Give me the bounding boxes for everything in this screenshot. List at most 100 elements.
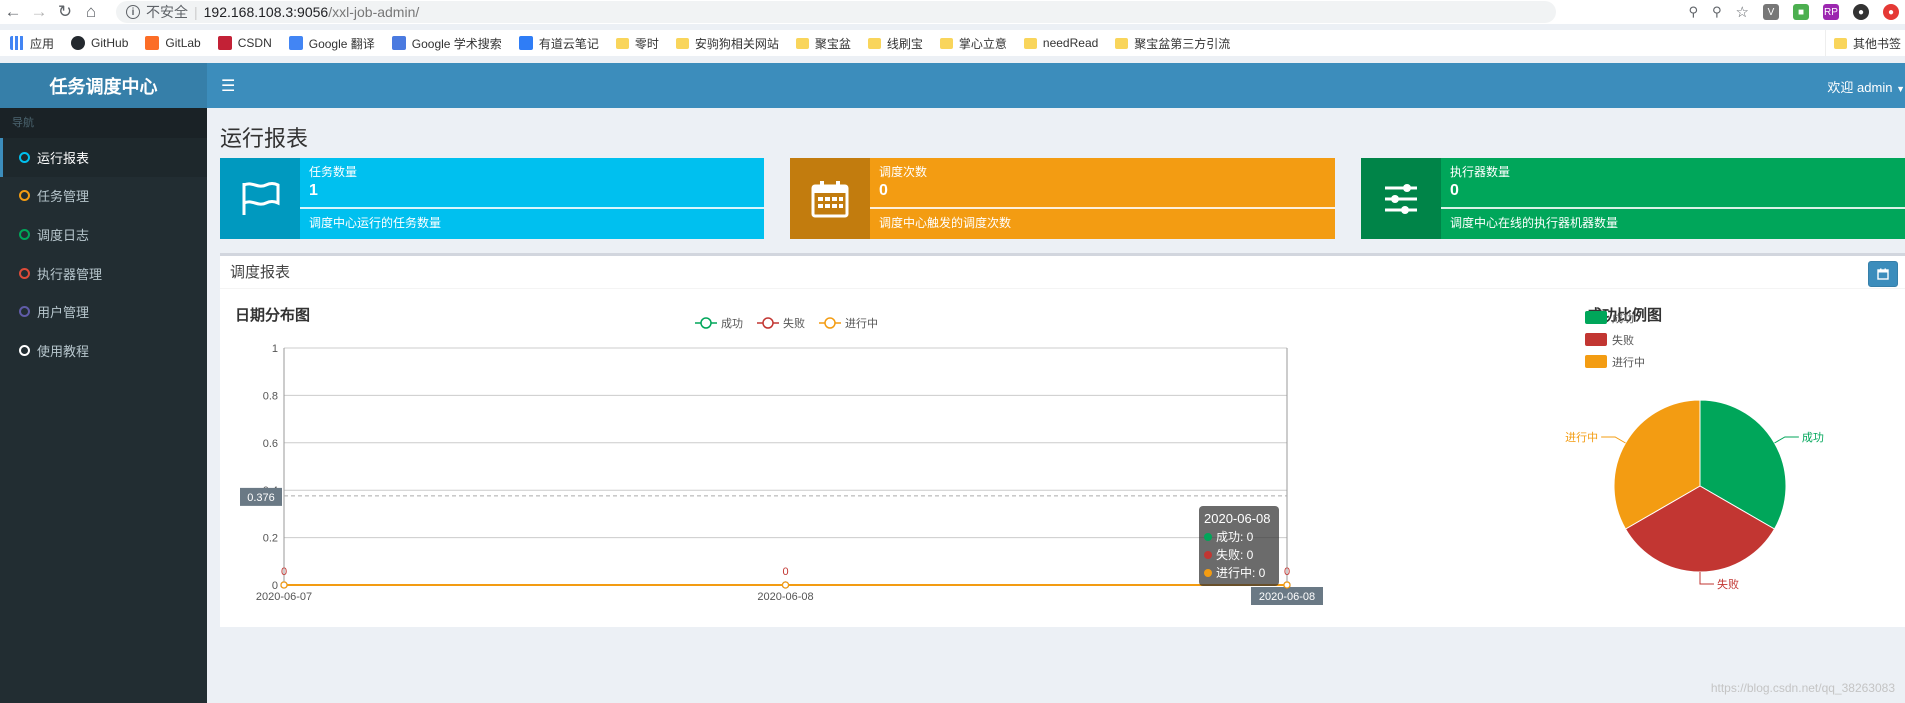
bookmark-label: 掌心立意 [958,36,1007,51]
bookmark-label: CSDN [237,36,272,50]
folder-icon [615,37,629,49]
avatar-icon[interactable]: ● [1853,4,1869,20]
github-icon [71,36,86,50]
watermark: https://blog.csdn.net/qq_38263083 [1710,681,1895,695]
circle-icon [19,344,30,356]
circle-icon [19,306,30,318]
extension-rp-icon[interactable]: RP [1823,4,1839,20]
progress-bar [870,207,1335,209]
sidebar-item[interactable]: 执行器管理 [0,254,207,293]
legend-label: 进行中 [845,317,878,330]
legend-marker [762,317,774,329]
home-icon[interactable]: ⌂ [78,0,104,24]
calendar-icon [1877,268,1889,280]
circle-icon [19,228,30,240]
bookmark-folder[interactable]: 线刷宝 [867,35,923,52]
legend-marker [824,317,836,329]
sidebar-item-label: 调度日志 [37,227,90,243]
info-box-description: 调度中心触发的调度次数 [879,216,1012,230]
star-icon[interactable]: ☆ [1736,3,1749,21]
folder-icon [867,37,881,49]
google-scholar-icon [391,36,406,50]
sidebar-item-label: 用户管理 [37,305,90,321]
url-separator: | [194,4,198,20]
bookmark-google-translate[interactable]: Google 翻译 [288,35,375,52]
line-chart[interactable]: 00.20.40.60.812020-06-072020-06-080.3762… [220,304,1323,605]
crosshair-y-label: 0.376 [247,492,275,504]
sidebar: 导航 运行报表 任务管理 调度日志 执行器管理 用户管理 使用教程 [0,108,207,703]
date-range-button[interactable] [1868,261,1898,287]
report-box: 调度报表 日期分布图 成功比例图 00.20.40.60.812020-06-0… [220,253,1905,627]
pie-chart[interactable]: 成功失败进行中成功失败进行中 [1350,296,1880,596]
forward-icon[interactable]: → [26,0,52,24]
info-box-triggers: 调度次数 0 调度中心触发的调度次数 [790,158,1335,239]
legend-label: 成功 [721,317,743,330]
browser-actions: ⚲ ⚲ ☆ V ■ RP ● ● [1688,0,1905,24]
bookmark-folder[interactable]: 聚宝盆第三方引流 [1115,35,1230,52]
key-icon[interactable]: ⚲ [1688,4,1698,20]
sidebar-item[interactable]: 运行报表 [0,138,207,177]
bookmark-folder[interactable]: 安驹狗相关网站 [675,35,779,52]
url-bar[interactable]: i 不安全 | 192.168.108.3:9056 /xxl-job-admi… [116,1,1556,23]
legend-label: 进行中 [1612,356,1645,369]
info-icon[interactable]: i [126,5,140,19]
folder-icon [795,37,809,49]
zoom-icon[interactable]: ⚲ [1712,4,1722,20]
sidebar-item[interactable]: 任务管理 [0,177,207,216]
pie-label: 成功 [1802,431,1824,444]
bookmark-gitlab[interactable]: GitLab [145,36,201,50]
sidebar-item[interactable]: 用户管理 [0,292,207,331]
tooltip-marker [1204,569,1212,577]
bookmark-label: 聚宝盆 [814,36,851,51]
y-tick-label: 1 [272,343,278,355]
extension-v-icon[interactable]: V [1763,4,1779,20]
x-tick-label: 2020-06-08 [757,591,813,603]
info-box-jobs: 任务数量 1 调度中心运行的任务数量 [220,158,764,239]
bookmark-other[interactable]: 其他书签 [1824,30,1905,56]
progress-bar [1441,207,1905,209]
bookmark-folder[interactable]: needRead [1023,36,1098,50]
data-label: 0 [1284,566,1290,578]
circle-icon [19,267,30,279]
bookmark-folder[interactable]: 零时 [615,35,659,52]
sidebar-toggle-icon[interactable]: ☰ [221,76,235,96]
bookmark-label: 有道云笔记 [538,36,599,51]
flag-icon [220,158,300,239]
bookmark-github[interactable]: GitHub [71,36,128,50]
y-tick-label: 0.6 [263,438,278,450]
app-logo[interactable]: 任务调度中心 [0,63,207,108]
bookmark-csdn[interactable]: CSDN [217,36,272,50]
tooltip-marker [1204,533,1212,541]
y-tick-label: 0.8 [263,390,278,402]
extension-red-icon[interactable]: ● [1883,4,1899,20]
back-icon[interactable]: ← [0,0,26,24]
bookmark-label: 零时 [634,36,659,51]
bookmark-youdao[interactable]: 有道云笔记 [518,35,599,52]
legend-marker [700,317,712,329]
folder-icon [1115,37,1129,49]
user-menu[interactable]: 欢迎 admin ▼ [1827,77,1905,96]
bookmark-google-scholar[interactable]: Google 学术搜索 [391,35,502,52]
csdn-icon [217,36,232,50]
folder-icon [675,37,689,49]
data-point [1283,581,1291,589]
sidebar-item-label: 任务管理 [37,189,90,205]
info-box-executors: 执行器数量 0 调度中心在线的执行器机器数量 [1361,158,1905,239]
apps-grid-icon [10,36,24,50]
tooltip-line: 成功: 0 [1216,530,1254,544]
sidebar-item[interactable]: 调度日志 [0,215,207,254]
report-box-title: 调度报表 [220,256,1905,289]
bookmark-folder[interactable]: 掌心立意 [939,35,1007,52]
caret-down-icon: ▼ [1896,84,1905,94]
info-box-label: 任务数量 [309,165,358,179]
bookmark-apps[interactable]: 应用 [10,35,54,52]
info-box-description: 调度中心在线的执行器机器数量 [1450,216,1619,230]
bookmark-folder[interactable]: 聚宝盆 [795,35,851,52]
reload-icon[interactable]: ↻ [52,0,78,24]
extension-color-icon[interactable]: ■ [1793,4,1809,20]
bookmark-label: GitHub [91,36,129,50]
sliders-icon [1361,158,1441,239]
page-title: 运行报表 [220,126,309,151]
url-host: 192.168.108.3:9056 [203,4,329,20]
sidebar-item[interactable]: 使用教程 [0,331,207,370]
